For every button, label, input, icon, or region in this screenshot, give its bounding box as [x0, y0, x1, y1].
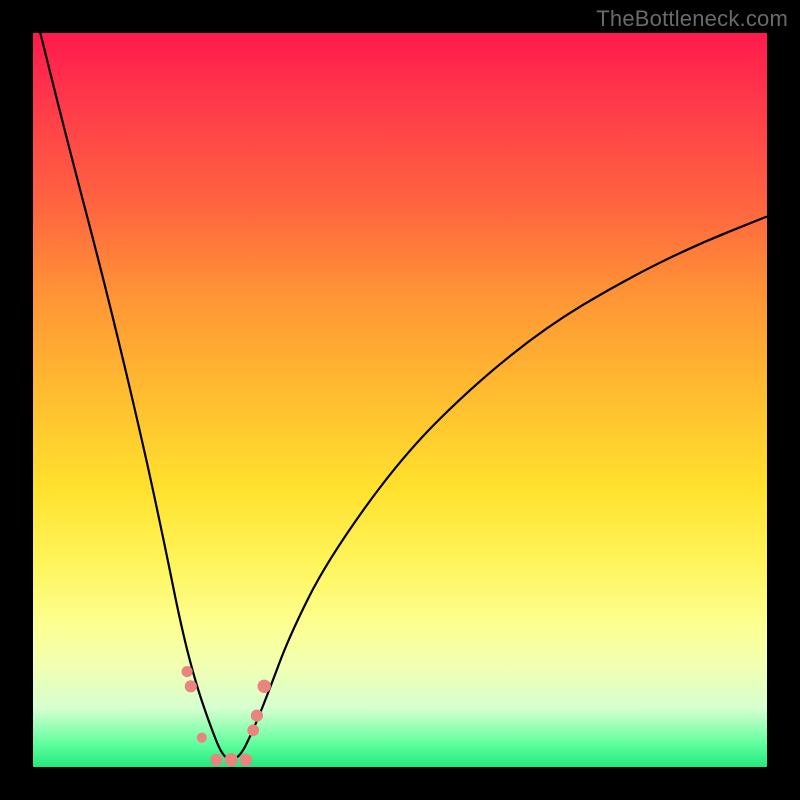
- marker-point: [247, 724, 259, 736]
- marker-point: [185, 680, 197, 692]
- curve-layer: [33, 33, 767, 767]
- watermark-text: TheBottleneck.com: [596, 6, 788, 32]
- bottleneck-curve: [40, 33, 767, 760]
- marker-point: [182, 666, 193, 677]
- marker-point: [225, 753, 238, 766]
- chart-frame: TheBottleneck.com: [0, 0, 800, 800]
- marker-point: [211, 754, 223, 766]
- marker-point: [197, 733, 207, 743]
- plot-area: [33, 33, 767, 767]
- marker-point: [240, 754, 252, 766]
- marker-point: [251, 710, 263, 722]
- marker-point: [258, 680, 271, 693]
